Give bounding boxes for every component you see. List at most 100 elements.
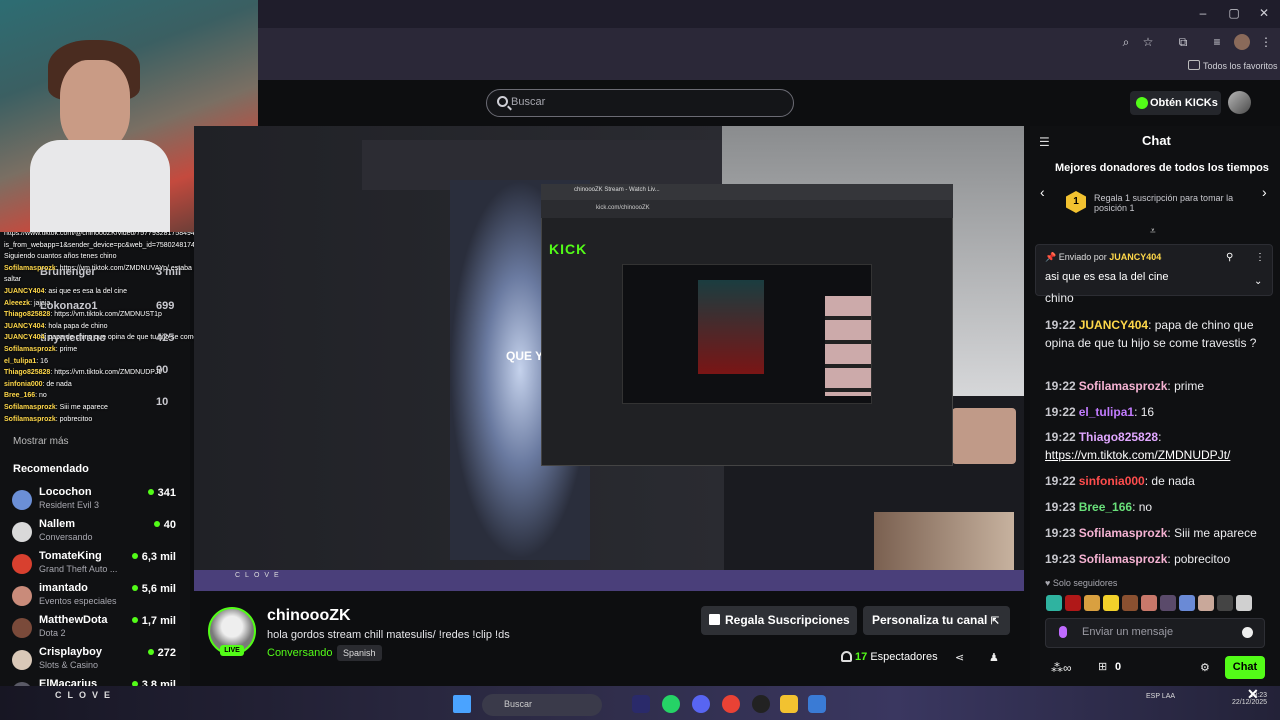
premiere-icon[interactable] <box>632 695 650 713</box>
overlay-chat-user: Thiago825828 <box>4 369 51 377</box>
gift-icon <box>709 614 720 625</box>
discord-icon[interactable] <box>692 695 710 713</box>
language-tag[interactable]: Spanish <box>337 645 382 661</box>
expand-donors-icon[interactable]: ⩡ <box>1150 226 1156 237</box>
channel-name: Locochon <box>39 486 92 498</box>
chat-username[interactable]: el_tulipa1 <box>1079 405 1134 419</box>
emote-icon[interactable] <box>1160 595 1176 611</box>
recommended-channel[interactable]: Nallem Conversando 40 <box>0 516 190 548</box>
recommended-channel[interactable]: Crisplayboy Slots & Casino 272 <box>0 644 190 676</box>
emote-icon[interactable] <box>1236 595 1252 611</box>
profile-avatar-icon[interactable] <box>1234 34 1250 50</box>
channel-avatar <box>12 650 32 670</box>
chat-username[interactable]: Thiago825828 <box>1079 430 1158 444</box>
overlay-chat-user: Sofilamasprozk <box>4 404 56 411</box>
overlay-chat-line: Thiago825828: https://vm.tiktok.com/ZMDN… <box>4 311 162 318</box>
emote-icon[interactable] <box>1179 595 1195 611</box>
video-brand: CLOVE <box>235 572 284 579</box>
recommended-channel[interactable]: MatthewDota Dota 2 1,7 mil <box>0 612 190 644</box>
overlay-chat-user: Bree_166 <box>4 392 36 400</box>
chat-link[interactable]: https://vm.tiktok.com/ZMDNUDPJt/ <box>1045 448 1230 462</box>
user-avatar[interactable] <box>1228 91 1251 114</box>
send-chat-button[interactable]: Chat <box>1225 656 1265 679</box>
gift-box-icon[interactable]: ⊞ <box>1098 660 1107 673</box>
channel-name: imantado <box>39 582 88 594</box>
taskbar-search-text: Buscar <box>504 699 533 709</box>
chat-text: : <box>1158 430 1162 444</box>
chat-settings-icon[interactable]: ⚙ <box>1200 661 1210 674</box>
media-icon[interactable]: ≡ <box>1209 34 1225 50</box>
overlay-chat-text: : prime <box>55 346 78 353</box>
file-explorer-icon[interactable] <box>780 695 798 713</box>
chat-username[interactable]: sinfonia000 <box>1079 474 1145 488</box>
emote-icon[interactable] <box>1046 595 1062 611</box>
recommended-channel[interactable]: TomateKing Grand Theft Auto ... 6,3 mil <box>0 548 190 580</box>
customize-label: Personaliza tu canal <box>872 613 988 627</box>
all-bookmarks-link[interactable]: Todos los favoritos <box>1203 61 1278 71</box>
emote-icon[interactable] <box>1198 595 1214 611</box>
emote-icon[interactable] <box>1103 595 1119 611</box>
donor-prompt: Regala 1 suscripción para tomar la posic… <box>1094 193 1234 213</box>
emote-icon[interactable] <box>1084 595 1100 611</box>
share-icon[interactable]: ⋖ <box>955 651 967 664</box>
obs-icon[interactable] <box>752 695 770 713</box>
chat-message: 19:22 Thiago825828: https://vm.tiktok.com/… <box>1045 428 1270 464</box>
overlay-chat-line: Sofilamasprozk: prime <box>4 346 77 353</box>
more-options-icon[interactable]: ⋮ <box>1255 252 1265 263</box>
channel-avatar <box>12 490 32 510</box>
channel-name: TomateKing <box>39 550 102 562</box>
mic-icon[interactable] <box>1059 626 1067 638</box>
recommended-channel[interactable]: imantado Eventos especiales 5,6 mil <box>0 580 190 612</box>
show-more-link[interactable]: Mostrar más <box>13 436 69 447</box>
channel-category: Eventos especiales <box>39 596 117 606</box>
recommended-channel[interactable]: Locochon Resident Evil 3 341 <box>0 484 190 516</box>
zoom-icon[interactable]: ⌕ <box>1118 34 1134 50</box>
browser-menu-icon[interactable]: ⋮ <box>1258 34 1274 50</box>
chat-username[interactable]: Bree_166 <box>1079 500 1132 514</box>
minimize-icon[interactable]: – <box>1196 6 1210 20</box>
chat-username[interactable]: Sofilamasprozk <box>1079 526 1168 540</box>
video-faces-thumb <box>874 512 1014 570</box>
streamer-name[interactable]: chinoooZK <box>267 607 351 625</box>
close-overlay-icon[interactable]: ✕ <box>1247 686 1259 703</box>
customize-channel-button[interactable]: Personaliza tu canal ⇱ <box>863 606 1010 635</box>
chrome-icon[interactable] <box>722 695 740 713</box>
follow-icon[interactable]: ♟ <box>989 651 1001 664</box>
taskbar-search[interactable] <box>482 694 602 716</box>
overlay-chat-text: saltar <box>4 276 22 284</box>
stream-category[interactable]: Conversando <box>267 647 332 659</box>
channel-category: Slots & Casino <box>39 660 99 670</box>
emote-icon[interactable] <box>1122 595 1138 611</box>
chat-username[interactable]: Sofilamasprozk <box>1079 379 1168 393</box>
chevron-left-icon[interactable]: ‹ <box>1040 184 1045 200</box>
chevron-right-icon[interactable]: › <box>1262 184 1267 200</box>
emoji-icon[interactable] <box>1242 627 1253 638</box>
emote-icon[interactable] <box>1217 595 1233 611</box>
emote-icon[interactable] <box>1065 595 1081 611</box>
whatsapp-icon[interactable] <box>662 695 680 713</box>
chat-username[interactable]: JUANCY404 <box>1079 318 1148 332</box>
chat-username[interactable]: Sofilamasprozk <box>1079 552 1168 566</box>
chat-timestamp: 19:22 <box>1045 474 1076 488</box>
overlay-chat-line: Aleeezk: jajaja <box>4 300 50 307</box>
channel-viewers: 40 <box>154 519 176 531</box>
search-placeholder: Buscar <box>511 96 546 108</box>
chat-message: 19:23 Bree_166: no <box>1045 498 1270 516</box>
gift-subs-button[interactable]: Regala Suscripciones <box>701 606 857 635</box>
chevron-down-icon[interactable]: ⌄ <box>1254 276 1262 287</box>
bookmark-star-icon[interactable]: ☆ <box>1140 34 1156 50</box>
chat-text: : no <box>1132 500 1153 514</box>
captured-kick-logo: KICK <box>549 241 588 257</box>
close-window-icon[interactable]: ✕ <box>1257 6 1271 20</box>
windows-start-icon[interactable] <box>453 695 471 713</box>
emote-icon[interactable] <box>1141 595 1157 611</box>
app-icon[interactable] <box>808 695 826 713</box>
overlay-chat-user: sinfonia000 <box>4 380 43 388</box>
channel-name: Crisplayboy <box>39 646 102 658</box>
pinned-user[interactable]: JUANCY404 <box>1109 252 1161 262</box>
extensions-icon[interactable]: ⧉ <box>1175 34 1191 50</box>
maximize-icon[interactable]: ▢ <box>1227 6 1241 20</box>
channel-points-icon[interactable]: ⁂∞ <box>1051 661 1072 675</box>
collapse-chat-icon[interactable]: ☰ <box>1039 135 1053 149</box>
pin-icon[interactable]: ⚲ <box>1226 252 1233 263</box>
